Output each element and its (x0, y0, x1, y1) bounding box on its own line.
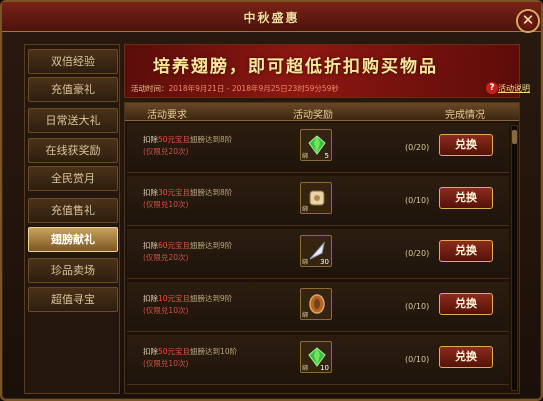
sidebar-item-moon-festival[interactable]: 全民赏月 (28, 166, 118, 191)
reward-item-slot[interactable]: 绑 30 (300, 235, 332, 267)
redeem-button[interactable]: 兑换 (439, 293, 493, 315)
row-progress: (0/10) (405, 196, 430, 205)
event-window: 中秋盛惠 ✕ 双倍经验 充值豪礼 日常送大礼 在线获奖励 全民赏月 充值售礼 翅… (0, 0, 543, 401)
close-icon: ✕ (521, 11, 535, 29)
header-requirement: 活动要求 (147, 110, 187, 121)
help-icon[interactable]: ? (486, 82, 498, 94)
sidebar-item-wing-gift[interactable]: 翅膀献礼 (28, 227, 118, 252)
sidebar-item-treasure-shop[interactable]: 珍品卖场 (28, 258, 118, 283)
sidebar-item-recharge-sale[interactable]: 充值售礼 (28, 198, 118, 223)
row-progress: (0/10) (405, 302, 430, 311)
table-row: 扣除50元宝且翅膀达到10阶 (仅限兑10次) 绑 10 (0/10) 兑换 (127, 335, 509, 385)
row-requirement: 扣除50元宝且翅膀达到8阶 (仅限兑20次) (143, 135, 233, 156)
banner-headline: 培养翅膀，即可超低折扣购买物品 (153, 57, 438, 77)
close-button[interactable]: ✕ (516, 9, 540, 33)
event-banner: 培养翅膀，即可超低折扣购买物品 活动时间：2018年9月21日 - 2018年9… (124, 44, 520, 98)
title-bar: 中秋盛惠 (2, 2, 541, 32)
reward-item-slot[interactable]: 绑 (300, 182, 332, 214)
scroll-thumb[interactable] (512, 130, 517, 144)
reward-quantity: 30 (320, 258, 329, 266)
table-row: 扣除30元宝且翅膀达到8阶 (仅限兑10次) 绑 (0/10) 兑换 (127, 176, 509, 226)
reward-quantity: 5 (324, 152, 329, 160)
event-time-label: 活动时间： (131, 84, 169, 93)
header-status: 完成情况 (445, 110, 485, 121)
redeem-button[interactable]: 兑换 (439, 134, 493, 156)
window-title: 中秋盛惠 (243, 11, 300, 25)
reward-table: 活动要求 活动奖励 完成情况 扣除50元宝且翅膀达到8阶 (仅限兑20次) 绑 … (124, 102, 520, 394)
table-row: 扣除60元宝且翅膀达到9阶 (仅限兑20次) 绑 30 (0/20) 兑换 (127, 229, 509, 279)
sidebar-item-recharge-gift[interactable]: 充值豪礼 (28, 77, 118, 102)
scroll-icon (309, 190, 325, 206)
reward-item-slot[interactable]: 绑 5 (300, 129, 332, 161)
row-requirement: 扣除10元宝且翅膀达到9阶 (仅限兑10次) (143, 294, 233, 315)
sidebar-item-daily-gift[interactable]: 日常送大礼 (28, 108, 118, 133)
redeem-button[interactable]: 兑换 (439, 346, 493, 368)
bronze-medal-icon (309, 294, 325, 314)
reward-quantity: 10 (320, 364, 329, 372)
table-row: 扣除10元宝且翅膀达到9阶 (仅限兑10次) 绑 (0/10) 兑换 (127, 282, 509, 332)
table-header: 活动要求 活动奖励 完成情况 (125, 103, 519, 121)
row-requirement: 扣除50元宝且翅膀达到10阶 (仅限兑10次) (143, 347, 238, 368)
redeem-button[interactable]: 兑换 (439, 187, 493, 209)
row-requirement: 扣除30元宝且翅膀达到8阶 (仅限兑10次) (143, 188, 233, 209)
sidebar-item-online-reward[interactable]: 在线获奖励 (28, 138, 118, 163)
row-progress: (0/20) (405, 143, 430, 152)
event-sidebar: 双倍经验 充值豪礼 日常送大礼 在线获奖励 全民赏月 充值售礼 翅膀献礼 珍品卖… (24, 44, 120, 394)
reward-item-slot[interactable]: 绑 (300, 288, 332, 320)
header-reward: 活动奖励 (293, 110, 333, 121)
reward-item-slot[interactable]: 绑 10 (300, 341, 332, 373)
row-requirement: 扣除60元宝且翅膀达到9阶 (仅限兑20次) (143, 241, 233, 262)
event-time-range: 2018年9月21日 - 2018年9月25日23时59分59秒 (168, 84, 339, 93)
sidebar-item-value-hunt[interactable]: 超值寻宝 (28, 287, 118, 312)
sidebar-item-double-exp[interactable]: 双倍经验 (28, 49, 118, 74)
table-row: 扣除50元宝且翅膀达到8阶 (仅限兑20次) 绑 5 (0/20) 兑换 (127, 123, 509, 173)
row-progress: (0/20) (405, 249, 430, 258)
row-progress: (0/10) (405, 355, 430, 364)
event-detail-link[interactable]: 活动说明 (498, 83, 530, 94)
redeem-button[interactable]: 兑换 (439, 240, 493, 262)
event-time: 活动时间：2018年9月21日 - 2018年9月25日23时59分59秒 (131, 83, 339, 94)
scrollbar[interactable] (511, 125, 518, 391)
